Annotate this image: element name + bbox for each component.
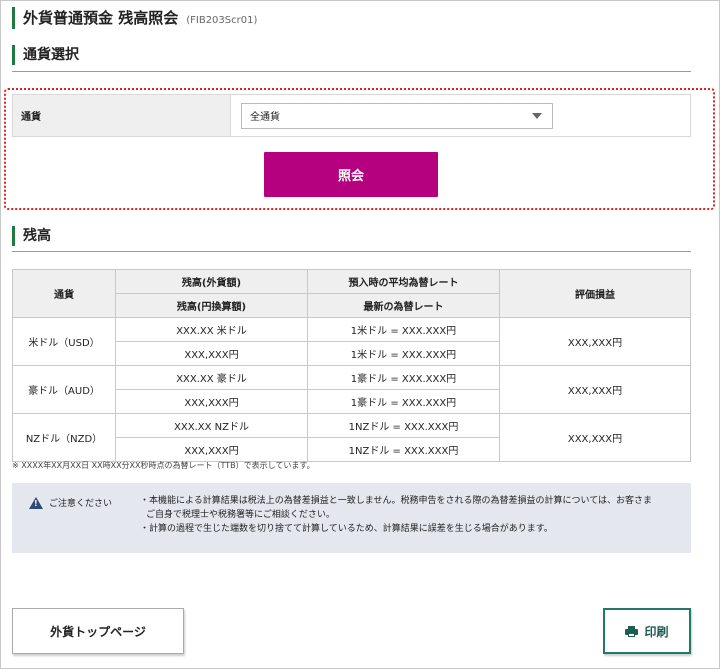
avg-rate-cell: 1NZドル = XXX.XXX円 [307,413,500,438]
caution-title: ご注意ください [49,499,113,509]
printer-icon [625,625,639,637]
latest-rate-cell: 1NZドル = XXX.XXX円 [307,437,500,462]
currency-select[interactable]: 全通貨 [241,102,553,129]
warning-icon [29,496,43,509]
inquiry-button[interactable]: 照会 [264,152,438,197]
divider [12,71,691,72]
yen-amount-cell: XXX,XXX円 [115,341,308,366]
col-header-currency: 通貨 [12,269,116,318]
latest-rate-cell: 1米ドル = XXX.XXX円 [307,341,500,366]
balance-table: 通貨 残高(外貨額) 預入時の平均為替レート 評価損益 残高(円換算額) 最新の… [12,269,691,462]
valuation-cell: XXX,XXX円 [499,413,691,462]
divider [12,251,691,252]
table-row: 豪ドル（AUD） XXX.XX 豪ドル 1豪ドル = XXX.XXX円 XXX,… [12,365,691,414]
currency-select-value: 全通貨 [250,112,280,123]
caution-line: ・計算の過程で生じた端数を切り捨てて計算しているため、計算結果に誤差を生じる場合… [140,524,553,534]
yen-amount-cell: XXX,XXX円 [115,389,308,414]
currency-cell: 豪ドル（AUD） [12,365,116,414]
forex-top-page-button[interactable]: 外貨トップページ [12,608,184,654]
avg-rate-cell: 1米ドル = XXX.XXX円 [307,317,500,342]
table-row: NZドル（NZD） XXX.XX NZドル 1NZドル = XXX.XXX円 X… [12,413,691,462]
print-button-label: 印刷 [644,624,669,639]
latest-rate-cell: 1豪ドル = XXX.XXX円 [307,389,500,414]
caution-line: ・本機能による計算結果は税法上の為替差損益と一致しません。税務申告をされる際の為… [140,496,653,506]
print-button[interactable]: 印刷 [603,608,691,654]
rate-note: ※ XXXX年XX月XX日 XX時XX分XX秒時点の為替レート（TTB）で表示し… [12,461,315,470]
currency-select-row: 通貨 全通貨 [12,94,691,137]
foreign-amount-cell: XXX.XX 豪ドル [115,365,308,390]
avg-rate-cell: 1豪ドル = XXX.XXX円 [307,365,500,390]
page-title: 外貨普通預金 残高照会 (FIB203Scr01) [12,7,257,29]
col-header-amount-foreign: 残高(外貨額) [115,269,308,294]
valuation-cell: XXX,XXX円 [499,317,691,366]
foreign-amount-cell: XXX.XX 米ドル [115,317,308,342]
col-header-valuation: 評価損益 [499,269,691,318]
screen-code: (FIB203Scr01) [186,15,258,26]
col-header-amount-yen: 残高(円換算額) [115,293,308,318]
currency-cell: 米ドル（USD） [12,317,116,366]
balance-section-heading: 残高 [12,226,691,246]
currency-label: 通貨 [13,95,231,136]
foreign-amount-cell: XXX.XX NZドル [115,413,308,438]
yen-amount-cell: XXX,XXX円 [115,437,308,462]
chevron-down-icon [532,112,542,119]
col-header-rate-avg: 預入時の平均為替レート [307,269,500,294]
page-title-text: 外貨普通預金 残高照会 [23,9,179,27]
caution-box: ご注意ください ・本機能による計算結果は税法上の為替差損益と一致しません。税務申… [12,483,691,553]
table-row: 米ドル（USD） XXX.XX 米ドル 1米ドル = XXX.XXX円 XXX,… [12,317,691,366]
valuation-cell: XXX,XXX円 [499,365,691,414]
caution-line: ご自身で税理士や税務署等にご相談ください。 [146,510,335,520]
currency-section-heading: 通貨選択 [12,45,691,65]
currency-cell: NZドル（NZD） [12,413,116,462]
col-header-rate-latest: 最新の為替レート [307,293,500,318]
